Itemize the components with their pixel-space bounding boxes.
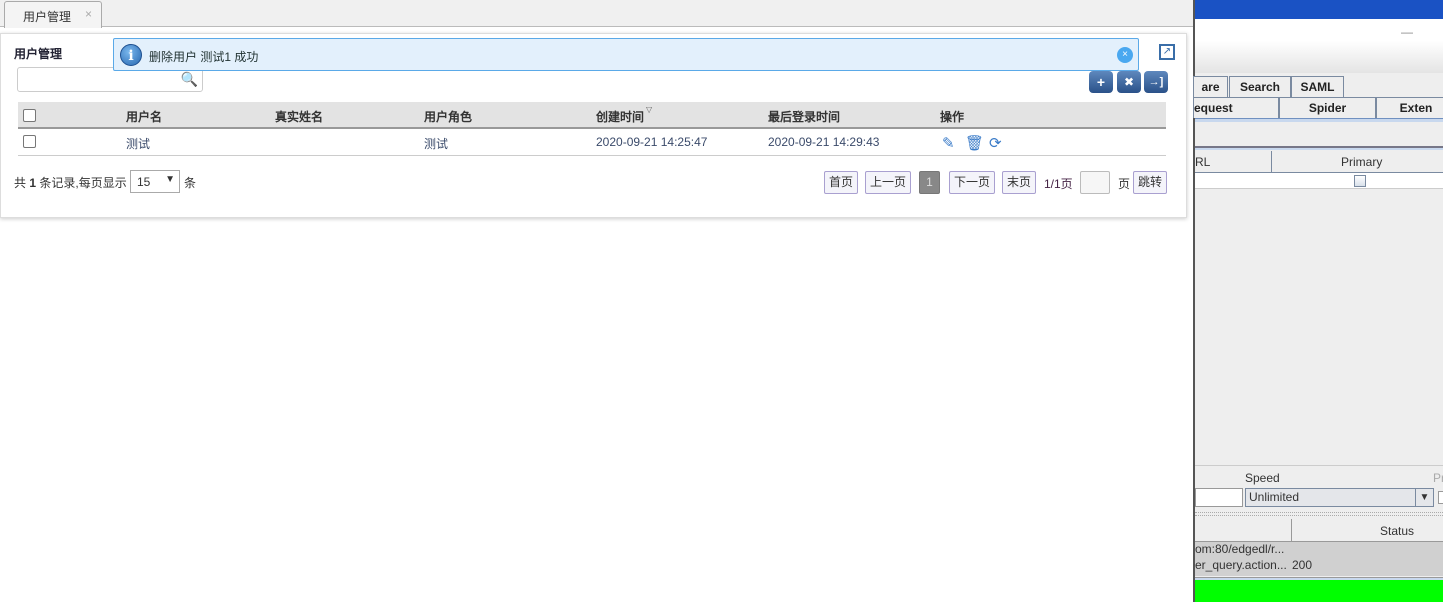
page-label: 页 [1118, 177, 1131, 191]
cell-status: 200 [1292, 558, 1313, 572]
record-summary: 共 1 条记录,每页显示 [14, 174, 127, 191]
tab-spider[interactable]: Spider [1279, 97, 1376, 118]
java-app-window: — are Search SAML equest Spider Exten RL… [1193, 0, 1443, 602]
progress-bar [1195, 580, 1443, 602]
table-row[interactable]: om:80/edgedl/r... [1195, 542, 1284, 558]
col-divider [1291, 519, 1292, 542]
table1-row [1195, 173, 1443, 189]
toolbar-area: — [1195, 19, 1443, 73]
col-primary[interactable]: Primary [1341, 155, 1382, 169]
tab-label: 用户管理 [23, 10, 72, 24]
tab-search[interactable]: Search [1229, 76, 1291, 97]
add-user-button[interactable]: + [1089, 71, 1113, 93]
col-created[interactable]: 创建时间 [596, 108, 644, 125]
web-app: 用户管理 × 用户管理 🔍 i 删除用户 测试1 成功 × ↗ + ✖ →] 用… [0, 0, 1193, 602]
divider [1195, 465, 1443, 466]
trash-icon[interactable]: 🗑 [965, 134, 984, 152]
table-row[interactable]: er_query.action... 200 [1195, 558, 1443, 574]
primary-checkbox[interactable] [1354, 175, 1366, 187]
delete-users-button[interactable]: ✖ [1117, 71, 1141, 93]
edit-icon[interactable]: ✎ [942, 134, 955, 152]
tab-request[interactable]: equest [1193, 97, 1279, 118]
cell-url: om:80/edgedl/r... [1195, 542, 1285, 556]
sort-icon: ▽ [646, 105, 653, 114]
expand-icon[interactable]: ↗ [1159, 44, 1175, 60]
chevron-down-icon: ▼ [165, 174, 175, 185]
export-button[interactable]: →] [1144, 71, 1168, 93]
first-page-button[interactable]: 首页 [824, 171, 858, 194]
chevron-down-icon: ▼ [1415, 489, 1433, 506]
col-url[interactable]: RL [1195, 155, 1210, 169]
panel-divider [1195, 146, 1443, 150]
next-page-button[interactable]: 下一页 [949, 171, 995, 194]
speed-select[interactable]: Unlimited ▼ [1245, 488, 1434, 507]
title-bar [1195, 0, 1443, 19]
tab-saml[interactable]: SAML [1291, 76, 1344, 97]
tab-bar: 用户管理 × [0, 0, 1193, 28]
row-checkbox[interactable] [23, 135, 36, 148]
info-icon: i [120, 44, 142, 66]
cell-created: 2020-09-21 14:25:47 [596, 135, 708, 149]
speed-label: Speed [1245, 471, 1280, 485]
table2-body: om:80/edgedl/r... er_query.action... 200 [1195, 542, 1443, 576]
page-info: 1/1页 [1044, 177, 1073, 191]
record-count: 1 [29, 176, 37, 190]
summary-mid: 条记录,每页显示 [39, 176, 127, 190]
col-status[interactable]: Status [1380, 524, 1414, 538]
splitter[interactable] [1195, 512, 1443, 516]
current-page[interactable]: 1 [919, 171, 940, 194]
col-actions: 操作 [940, 110, 965, 124]
summary-prefix: 共 [14, 176, 27, 190]
table-header: 用户名 真实姓名 用户角色 创建时间 ▽ 最后登录时间 操作 [18, 102, 1166, 129]
table-row: 测试 测试 2020-09-21 14:25:47 2020-09-21 14:… [18, 129, 1166, 156]
col-last-login[interactable]: 最后登录时间 [768, 108, 840, 125]
success-notification: i 删除用户 测试1 成功 × [113, 38, 1139, 71]
text-field[interactable] [1195, 488, 1243, 507]
close-notification-icon[interactable]: × [1117, 47, 1133, 63]
col-username[interactable]: 用户名 [126, 108, 162, 125]
page-size-value: 15 [137, 175, 151, 189]
tab-compare[interactable]: are [1193, 76, 1228, 97]
minimize-button[interactable]: — [1401, 25, 1413, 39]
speed-value: Unlimited [1249, 490, 1300, 504]
checkbox[interactable] [1438, 491, 1443, 504]
tab-user-management[interactable]: 用户管理 × [4, 1, 102, 28]
prev-page-button[interactable]: 上一页 [865, 171, 911, 194]
reset-password-icon[interactable]: ⟳ [989, 134, 1002, 152]
search-icon[interactable]: 🔍 [181, 71, 198, 88]
tab-divider [1195, 118, 1443, 122]
notification-text: 删除用户 测试1 成功 [149, 50, 259, 64]
tab-extender[interactable]: Exten [1376, 97, 1443, 118]
jump-button[interactable]: 跳转 [1133, 171, 1167, 194]
tab-close-icon[interactable]: × [85, 7, 92, 21]
page-title: 用户管理 [14, 47, 63, 61]
cell-url: er_query.action... [1195, 558, 1287, 572]
cell-last-login: 2020-09-21 14:29:43 [768, 135, 880, 149]
cell-username: 测试 [126, 137, 151, 151]
select-all-checkbox[interactable] [23, 109, 36, 122]
page-size-select[interactable]: 15 ▼ [130, 170, 180, 193]
partial-label: Pr [1433, 471, 1443, 485]
last-page-button[interactable]: 末页 [1002, 171, 1036, 194]
col-realname[interactable]: 真实姓名 [275, 108, 323, 125]
col-role[interactable]: 用户角色 [424, 108, 472, 125]
cell-role: 测试 [424, 137, 449, 151]
table2-header: Status [1195, 519, 1443, 542]
summary-suffix: 条 [184, 176, 197, 190]
page-jump-input[interactable] [1080, 171, 1110, 194]
table1-header: RL Primary [1195, 151, 1443, 189]
